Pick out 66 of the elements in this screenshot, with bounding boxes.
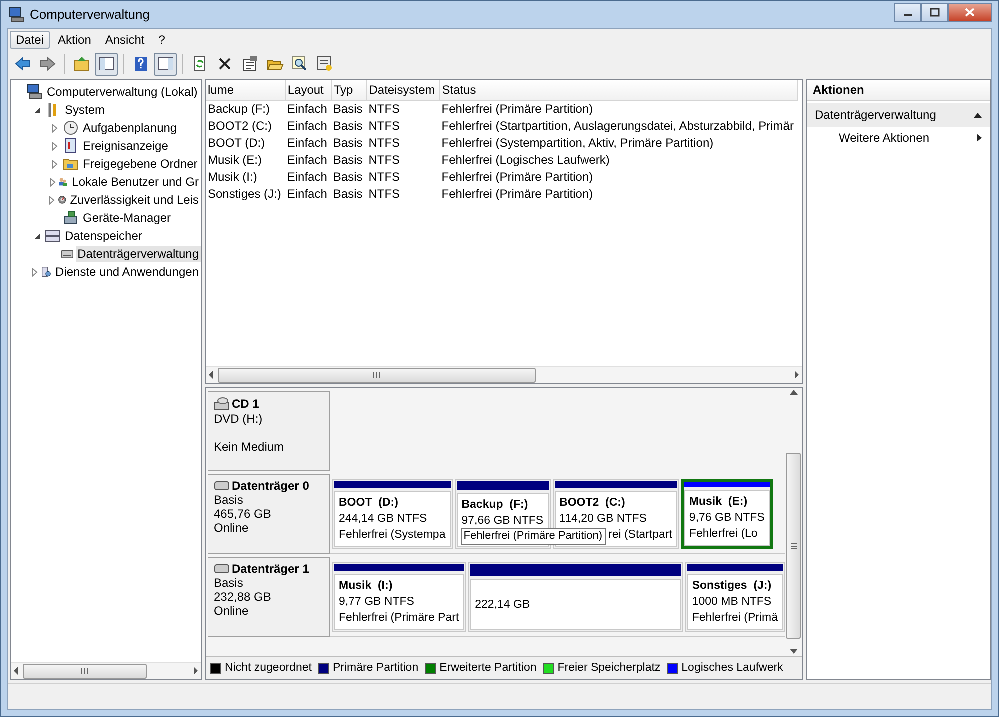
disk-name: Datenträger 0 [232, 479, 310, 493]
partition-size: 9,77 GB NTFS [339, 595, 416, 610]
table-cell-text: Basis [332, 186, 364, 202]
disk-type: DVD (H:) [214, 412, 264, 426]
partition-size: 9,76 GB NTFS [689, 511, 765, 526]
partition-size: 97,66 GB NTFS [462, 514, 544, 529]
table-cell-text: NTFS [368, 118, 402, 134]
partition-name: BOOT (D:) [339, 496, 400, 511]
table-cell: Fehlerfrei (Primäre Partition) [440, 100, 798, 117]
table-cell-text: NTFS [368, 152, 402, 168]
legend-label: Primäre Partition [332, 662, 419, 674]
table-cell: Backup (F:) [206, 100, 286, 117]
table-cell-text: Fehlerfrei (Primäre Partition) [440, 168, 594, 185]
table-cell-text: NTFS [368, 134, 402, 151]
partition-name: Sonstiges (J:) [692, 579, 773, 594]
disk-status: Kein Medium [214, 440, 286, 454]
partition-name: Musik (I:) [339, 579, 394, 594]
table-cell-text: Basis [332, 168, 364, 185]
table-cell-text: BOOT2 (C:) [207, 118, 274, 134]
legend-label: Nicht zugeordnet [225, 662, 312, 674]
table-cell-text: Sonstiges (J:) [207, 186, 282, 202]
disk-name: Datenträger 1 [232, 562, 310, 576]
partition-status: Fehlerfrei (Primä [692, 611, 778, 626]
table-cell-text: BOOT (D:) [207, 134, 266, 151]
partition-size: 222,14 GB [475, 598, 532, 612]
table-cell-text: Fehlerfrei (Startpartition, Auslagerungsdatei, Absturzabbild, Primär [440, 118, 795, 134]
table-cell-text: Basis [332, 152, 364, 168]
table-cell-text: Einfach [286, 168, 328, 185]
disk-size: 465,76 GB [214, 507, 272, 521]
disk-status: Online [214, 604, 250, 618]
table-cell-text: Einfach [286, 186, 328, 202]
legend-label: Erweiterte Partition [440, 662, 537, 674]
partition-size: 1000 MB NTFS [692, 595, 773, 610]
legend-label: Freier Speicherplatz [558, 662, 661, 674]
table-cell-text: NTFS [368, 168, 402, 185]
table-cell-text: Musik (E:) [207, 152, 263, 168]
table-cell-text: NTFS [368, 186, 402, 202]
disk-type: Basis [214, 576, 244, 590]
table-cell-text: Basis [332, 118, 364, 134]
partition-name: Musik (E:) [689, 495, 749, 510]
table-cell-text: Musik (I:) [207, 168, 258, 185]
partition-status: Fehlerfrei (Primäre Part [339, 611, 460, 626]
partition-status: Fehlerfrei (Systempa [339, 528, 446, 543]
disk-name: CD 1 [232, 397, 260, 411]
table-cell: Einfach [285, 100, 332, 117]
table-cell: NTFS [366, 100, 440, 117]
partition-name: BOOT2 (C:) [560, 496, 626, 511]
partition-status: Fehlerfrei (Lo [689, 527, 759, 542]
table-cell: Basis [331, 100, 367, 117]
partition-size: 114,20 GB NTFS [560, 512, 648, 527]
window-title: Computerverwaltung [30, 7, 150, 22]
table-cell-text: Fehlerfrei (Systempartition, Aktiv, Primäre Partition) [440, 134, 715, 151]
table-cell-text: Einfach [286, 152, 328, 168]
partition-status: rei (Startpart [608, 528, 672, 543]
table-cell-text: Basis [332, 134, 364, 151]
disk-type: Basis [214, 493, 244, 507]
table-cell-text: Fehlerfrei (Primäre Partition) [440, 186, 594, 202]
partition-size: 244,14 GB NTFS [339, 512, 428, 527]
disk-status: Online [214, 521, 250, 535]
partition-name: Backup (F:) [462, 498, 530, 513]
table-cell-text: Einfach [286, 134, 328, 151]
table-cell-text: Einfach [286, 118, 328, 134]
disk-size: 232,88 GB [214, 590, 272, 604]
tooltip: Fehlerfrei (Primäre Partition) [460, 528, 606, 545]
legend-label: Logisches Laufwerk [682, 662, 784, 674]
table-cell-text: Fehlerfrei (Logisches Laufwerk) [440, 152, 611, 168]
